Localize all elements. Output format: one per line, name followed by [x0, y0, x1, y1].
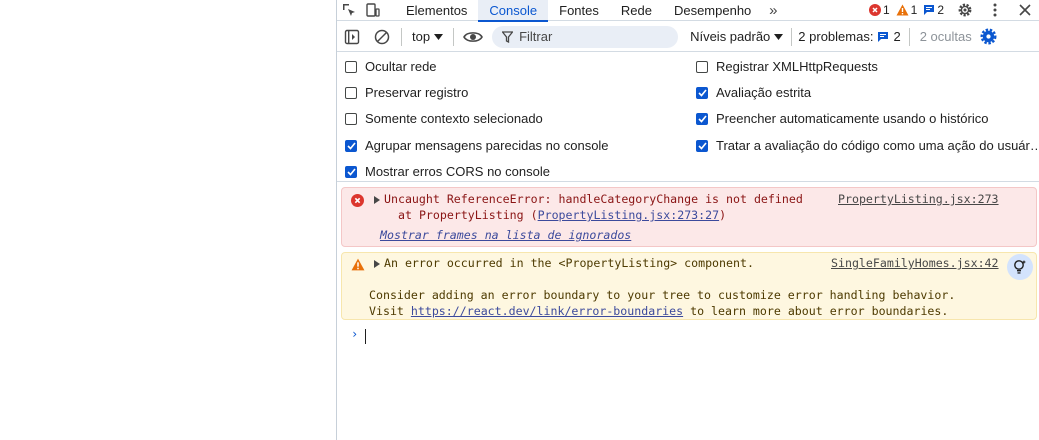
setting-treat-eval-user-action[interactable]: Tratar a avaliação do código como uma aç… — [696, 138, 1039, 153]
warning-visit-line: Visit https://react.dev/link/error-bound… — [369, 304, 948, 318]
setting-label: Registrar XMLHttpRequests — [716, 59, 878, 74]
setting-eager-evaluation[interactable]: Avaliação estrita — [696, 85, 811, 100]
checkbox-checked[interactable] — [345, 165, 357, 178]
issues-count: 2 — [937, 3, 944, 17]
more-options-kebab-icon[interactable] — [980, 0, 1010, 21]
show-ignored-frames-link[interactable]: Mostrar frames na lista de ignorados — [380, 228, 631, 242]
live-expression-eye-icon[interactable] — [458, 22, 488, 52]
inspect-element-icon[interactable] — [337, 0, 361, 20]
log-levels-dropdown[interactable]: Níveis padrão — [690, 29, 784, 44]
issues-chat-icon — [924, 5, 935, 15]
issues-counter[interactable]: 2 — [923, 3, 944, 17]
setting-selected-context-only[interactable]: Somente contexto selecionado — [345, 111, 543, 126]
context-selector-value: top — [412, 29, 431, 44]
checkbox[interactable] — [345, 112, 357, 125]
devtools-panel: Elementos Console Fontes Rede Desempenho… — [336, 0, 1039, 440]
log-levels-label: Níveis padrão — [690, 29, 771, 44]
visit-prefix: Visit — [369, 304, 411, 318]
warning-icon — [896, 4, 909, 16]
problems-label: 2 problemas: — [798, 29, 874, 44]
clear-console-icon[interactable] — [367, 22, 397, 52]
tab-console[interactable]: Console — [478, 0, 549, 22]
warning-detail-line: Consider adding an error boundary to you… — [369, 288, 956, 302]
tab-rede[interactable]: Rede — [610, 0, 663, 21]
setting-autocomplete-history[interactable]: Preencher automaticamente usando o histó… — [696, 111, 988, 126]
error-icon — [351, 194, 364, 207]
issues-chat-icon — [878, 31, 889, 42]
toolbar-divider — [401, 27, 402, 46]
toolbar-divider — [908, 27, 910, 46]
setting-group-similar[interactable]: Agrupar mensagens parecidas no console — [345, 138, 609, 153]
console-prompt-chevron-icon: › — [351, 327, 359, 341]
stack-prefix: at PropertyListing ( — [398, 208, 538, 222]
error-count: 1 — [882, 3, 890, 17]
checkbox-checked[interactable] — [696, 139, 708, 152]
filter-funnel-icon — [502, 30, 514, 43]
stack-location-link[interactable]: PropertyListing.jsx:273:27 — [538, 208, 719, 222]
error-source-link[interactable]: PropertyListing.jsx:273 — [838, 192, 999, 206]
tab-desempenho[interactable]: Desempenho — [663, 0, 762, 21]
device-toolbar-icon[interactable] — [361, 0, 385, 20]
warning-source-link[interactable]: SingleFamilyHomes.jsx:42 — [831, 256, 999, 270]
warning-text: An error occurred in the <PropertyListin… — [384, 256, 754, 270]
console-settings-pane: Ocultar rede Preservar registro Somente … — [337, 53, 1039, 182]
setting-label: Agrupar mensagens parecidas no console — [365, 138, 609, 153]
context-selector[interactable]: top — [406, 25, 449, 49]
checkbox-checked[interactable] — [696, 112, 708, 125]
setting-label: Avaliação estrita — [716, 85, 812, 100]
devtools-tabbar: Elementos Console Fontes Rede Desempenho… — [337, 0, 1039, 22]
checkbox[interactable] — [345, 86, 357, 99]
problems-button[interactable]: 2 problemas: 2 — [798, 29, 900, 44]
setting-hide-network[interactable]: Ocultar rede — [345, 59, 437, 74]
warning-counter[interactable]: 1 — [896, 3, 918, 17]
checkbox-checked[interactable] — [345, 139, 357, 152]
setting-label: Somente contexto selecionado — [365, 111, 543, 126]
error-stack-line: at PropertyListing (PropertyListing.jsx:… — [398, 208, 726, 222]
warning-icon — [351, 258, 365, 271]
checkbox-checked[interactable] — [696, 86, 708, 99]
error-boundaries-link[interactable]: https://react.dev/link/error-boundaries — [411, 304, 683, 318]
setting-label: Mostrar erros CORS no console — [365, 164, 550, 179]
toolbar-divider — [453, 27, 455, 46]
console-toolbar: top Filtrar Níveis padrão 2 problemas: 2… — [337, 22, 1039, 52]
filter-input[interactable]: Filtrar — [492, 25, 679, 48]
setting-label: Ocultar rede — [365, 59, 437, 74]
checkbox[interactable] — [345, 60, 357, 73]
insights-lightbulb-icon[interactable] — [1007, 254, 1033, 280]
more-tabs-chevron-icon[interactable]: » — [762, 2, 784, 19]
visit-suffix: to learn more about error boundaries. — [683, 304, 949, 318]
setting-preserve-log[interactable]: Preservar registro — [345, 85, 468, 100]
problems-count: 2 — [893, 29, 901, 44]
expand-triangle-icon[interactable] — [374, 260, 380, 268]
error-icon — [868, 4, 881, 16]
expand-triangle-icon[interactable] — [374, 196, 380, 204]
settings-gear-icon[interactable] — [950, 0, 980, 21]
error-counter[interactable]: 1 — [868, 3, 890, 17]
hidden-count: 2 ocultas — [919, 29, 972, 44]
chevron-down-icon — [434, 33, 444, 40]
error-text: Uncaught ReferenceError: handleCategoryC… — [384, 192, 803, 206]
setting-label: Preservar registro — [365, 85, 469, 100]
close-icon[interactable] — [1010, 0, 1039, 21]
console-input-caret[interactable] — [365, 329, 366, 344]
toolbar-divider — [791, 27, 793, 46]
console-warning-message[interactable]: An error occurred in the <PropertyListin… — [341, 252, 1037, 320]
inspected-page-area — [0, 0, 336, 440]
console-settings-gear-icon[interactable] — [980, 28, 997, 45]
tab-elementos[interactable]: Elementos — [395, 0, 478, 21]
filter-placeholder: Filtrar — [519, 29, 553, 44]
stack-suffix: ) — [719, 208, 727, 222]
warning-count: 1 — [910, 3, 918, 17]
setting-label: Tratar a avaliação do código como uma aç… — [716, 138, 1039, 153]
sidebar-toggle-icon[interactable] — [337, 22, 367, 52]
setting-log-xhr[interactable]: Registrar XMLHttpRequests — [696, 59, 878, 74]
setting-label: Preencher automaticamente usando o histó… — [716, 111, 989, 126]
chevron-down-icon — [774, 33, 784, 40]
console-error-message[interactable]: Uncaught ReferenceError: handleCategoryC… — [341, 187, 1037, 247]
checkbox[interactable] — [696, 60, 708, 73]
tab-fontes[interactable]: Fontes — [548, 0, 610, 21]
setting-show-cors-errors[interactable]: Mostrar erros CORS no console — [345, 164, 550, 179]
